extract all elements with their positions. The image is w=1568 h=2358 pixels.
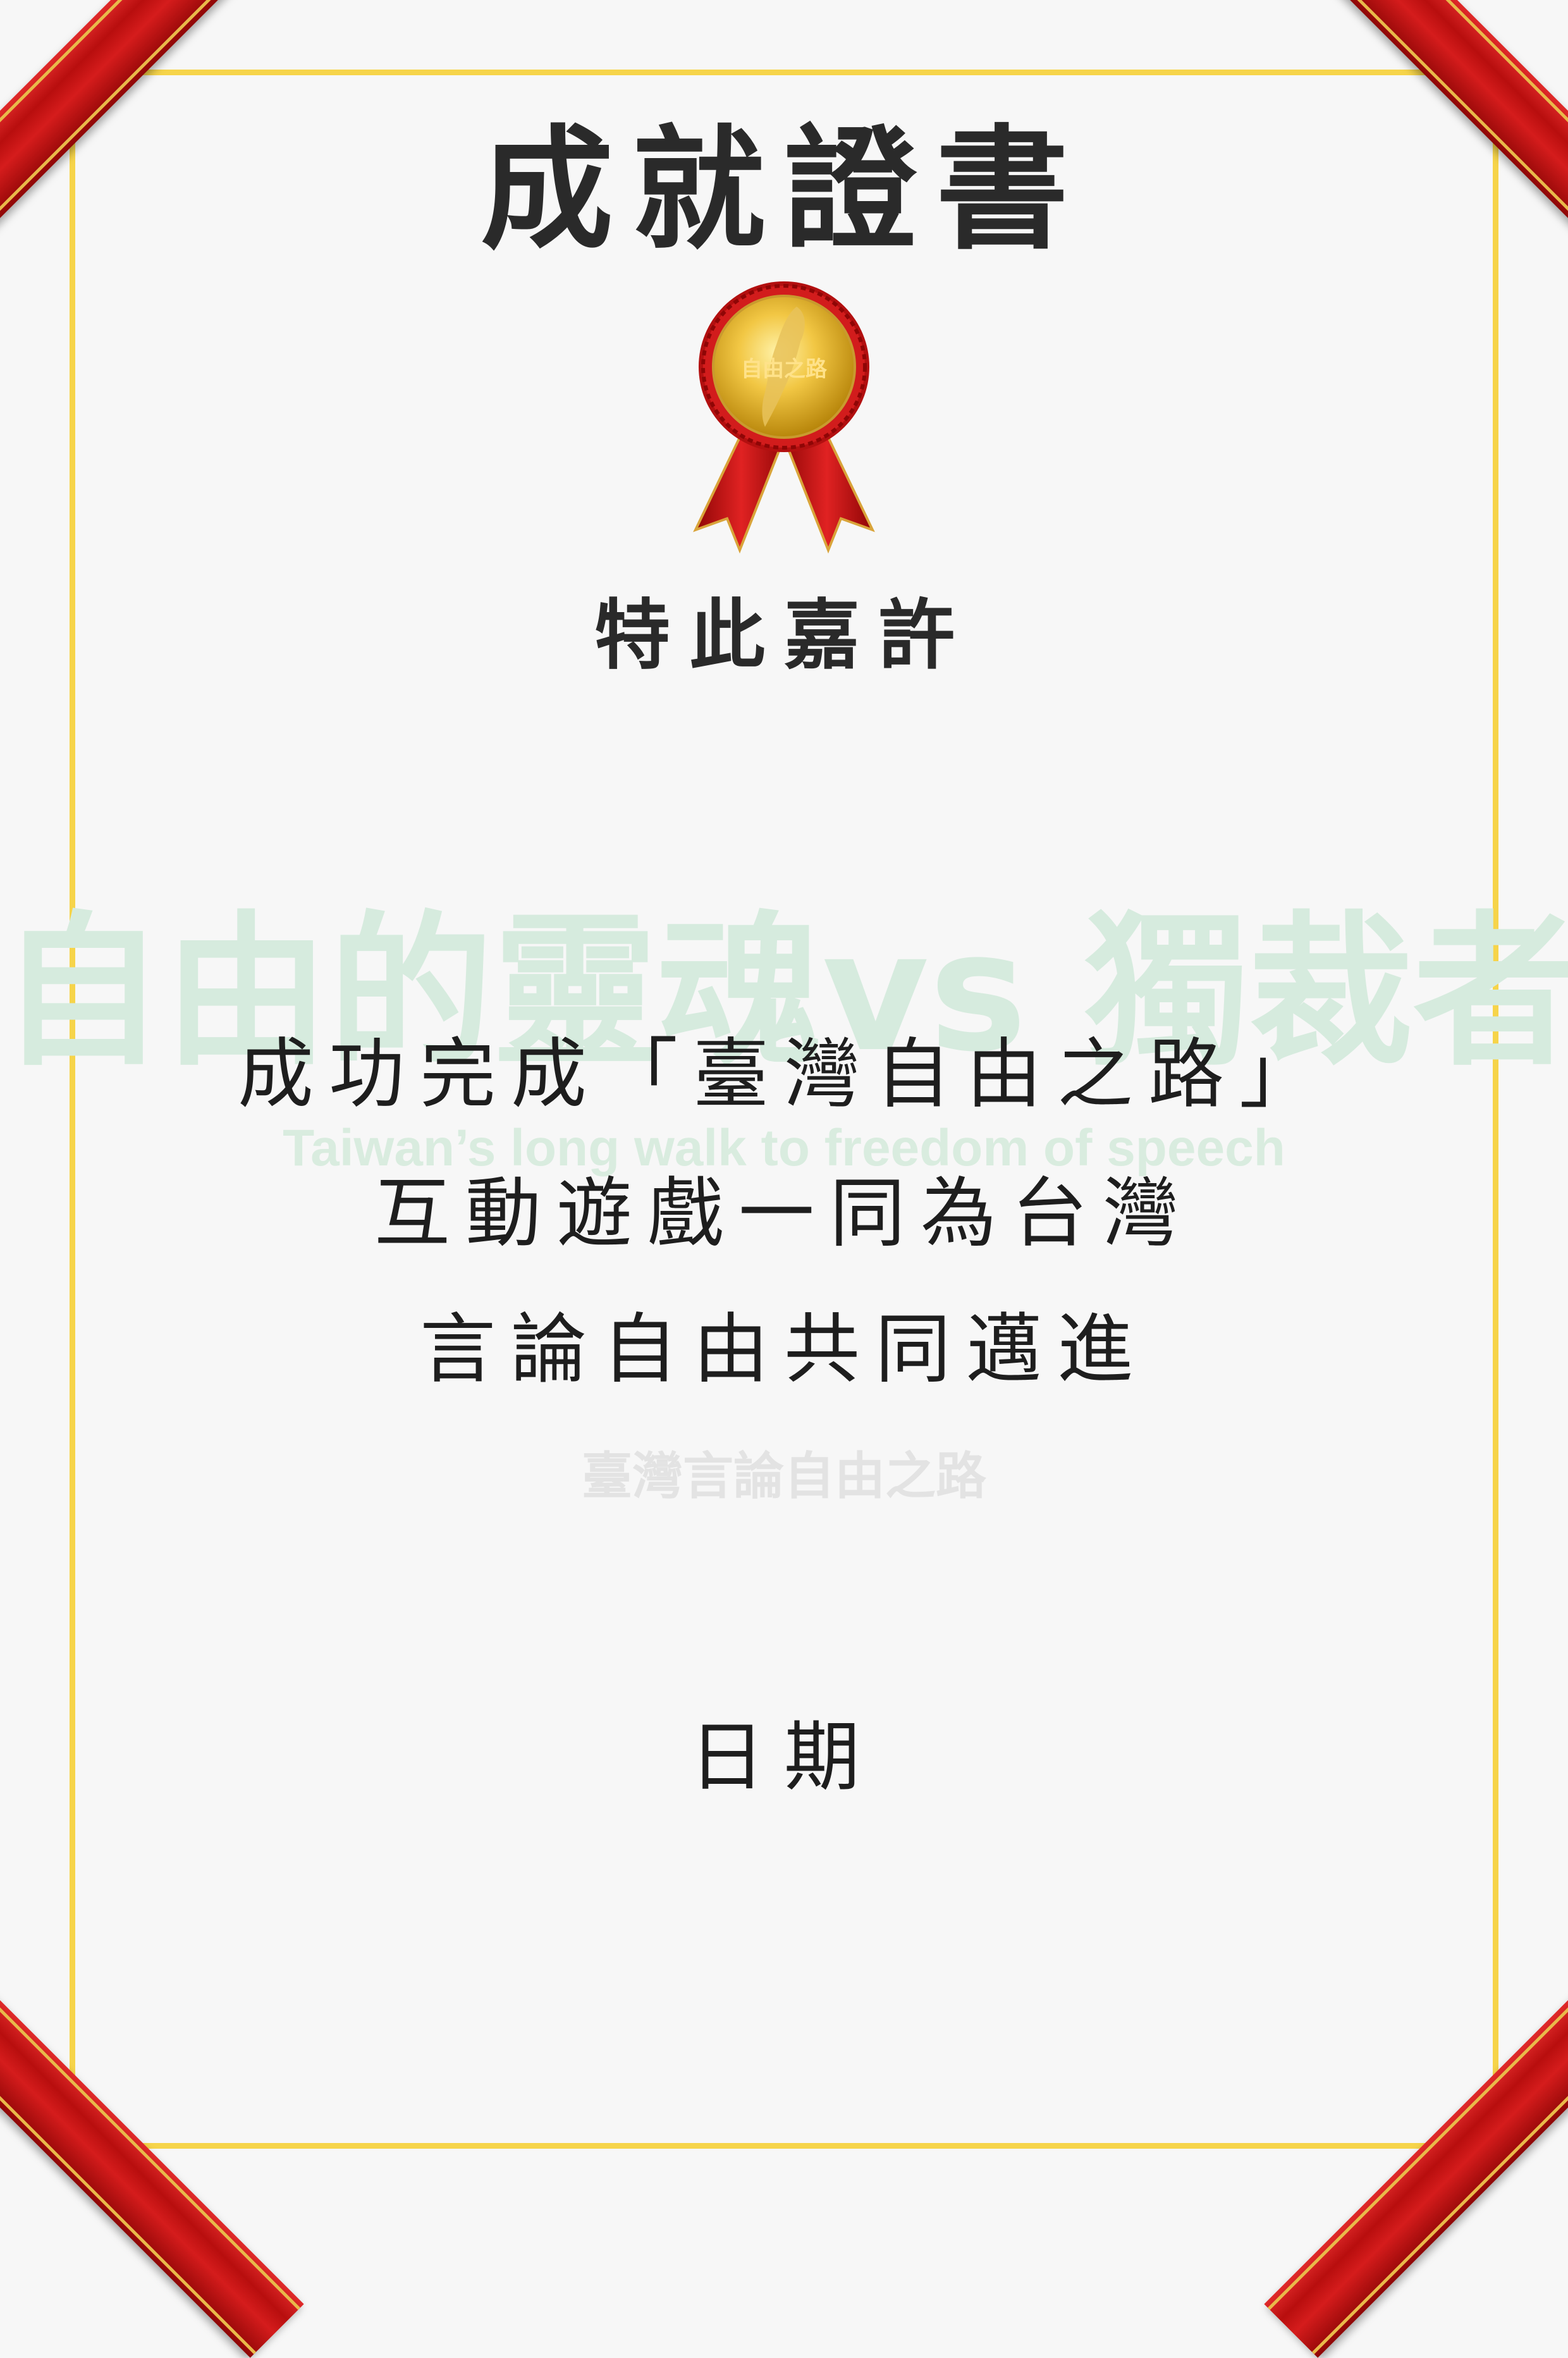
achievement-line-2: 互動遊戲一同為台灣	[374, 1170, 1194, 1258]
medal-label: 自由之路	[741, 357, 828, 382]
achievement-line-1: 成功完成「臺灣自由之路」	[238, 1031, 1330, 1119]
watermark-english: Taiwan’s long walk to freedom of speech	[283, 1119, 1285, 1177]
date-label: 日期	[689, 1714, 879, 1802]
achievement-line-3: 言論自由共同邁進	[420, 1306, 1148, 1394]
certificate-title: 成就證書	[480, 111, 1087, 267]
medal-badge: 自由之路	[683, 278, 885, 563]
commendation-text: 特此嘉許	[594, 591, 974, 680]
watermark-small: 臺灣言論自由之路	[582, 1447, 986, 1506]
